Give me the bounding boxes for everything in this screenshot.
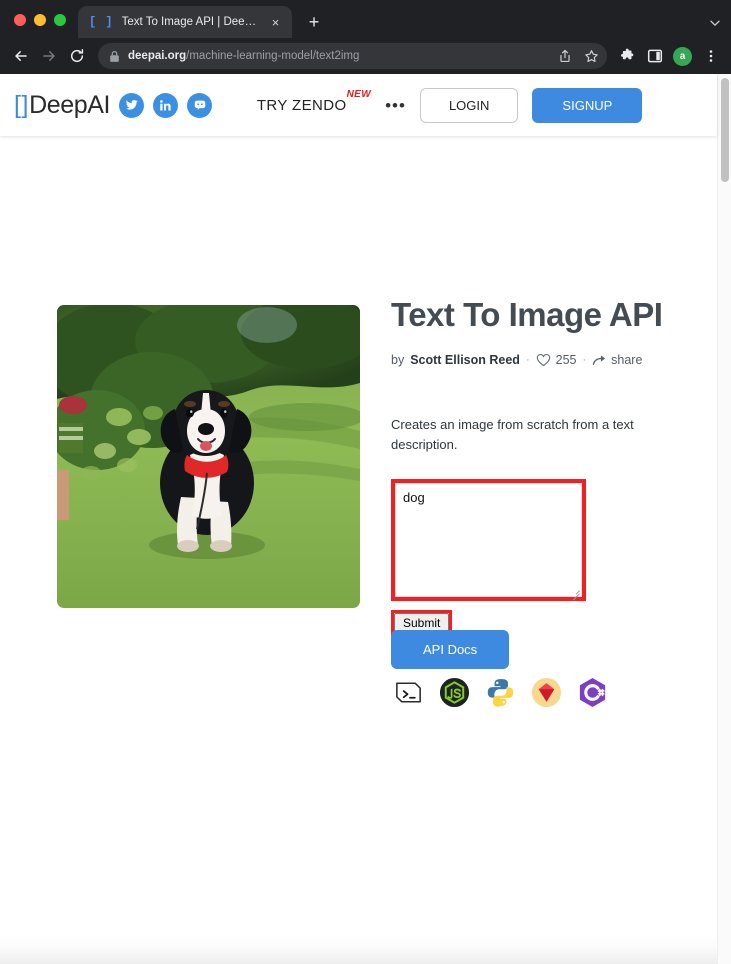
url-text: deepai.org/machine-learning-model/text2i…: [128, 50, 545, 62]
share-label: share: [611, 352, 643, 367]
by-label: by: [391, 352, 405, 367]
browser-tab[interactable]: [ ] Text To Image API | DeepAI ×: [78, 6, 292, 38]
reload-icon[interactable]: [64, 43, 90, 69]
twitter-icon[interactable]: [119, 92, 145, 118]
minimize-window-button[interactable]: [34, 14, 46, 26]
lock-icon: [109, 50, 120, 63]
url-path: /machine-learning-model/text2img: [186, 50, 360, 62]
brand-area: [ ] DeepAI: [14, 91, 213, 120]
model-panel: Text To Image API by Scott Ellison Reed …: [391, 296, 691, 637]
share-button[interactable]: share: [592, 353, 642, 367]
page-scrollbar[interactable]: [717, 74, 731, 964]
three-dot-menu-icon[interactable]: [698, 44, 723, 69]
like-count: 255: [555, 352, 577, 367]
byline: by Scott Ellison Reed · 255 · share: [391, 353, 691, 367]
signup-button[interactable]: SIGNUP: [532, 87, 643, 123]
page-bottom-band: [0, 938, 717, 964]
close-window-button[interactable]: [14, 14, 26, 26]
page-content: [ ] DeepAI TRY ZENDONEW ••• LOGIN SIGNUP…: [0, 74, 717, 964]
logo-bracket-left: [: [14, 90, 21, 119]
logo-text: DeepAI: [29, 90, 111, 119]
site-header: [ ] DeepAI TRY ZENDONEW ••• LOGIN SIGNUP: [0, 74, 717, 136]
byline-separator-1: ·: [525, 353, 530, 366]
share-arrow-icon: [592, 355, 606, 365]
scrollbar-thumb[interactable]: [721, 78, 729, 182]
login-button[interactable]: LOGIN: [419, 87, 519, 123]
csharp-icon[interactable]: [576, 676, 609, 709]
back-icon[interactable]: [8, 43, 34, 69]
omnibox-actions: [553, 44, 603, 68]
zoom-window-button[interactable]: [54, 14, 66, 26]
tab-strip: [ ] Text To Image API | DeepAI × +: [0, 0, 731, 38]
browser-toolbar: deepai.org/machine-learning-model/text2i…: [0, 38, 731, 74]
tab-title: Text To Image API | DeepAI: [121, 16, 259, 28]
demo-image: [57, 305, 360, 608]
side-panel-icon[interactable]: [642, 44, 667, 69]
try-zendo-link[interactable]: TRY ZENDONEW: [256, 89, 371, 114]
browser-window: [ ] Text To Image API | DeepAI × + deepa…: [0, 0, 731, 964]
heart-icon: [536, 353, 550, 367]
more-menu-icon[interactable]: •••: [385, 97, 406, 114]
page-viewport: [ ] DeepAI TRY ZENDONEW ••• LOGIN SIGNUP…: [0, 74, 731, 964]
deepai-favicon-icon: [ ]: [89, 15, 114, 29]
api-docs-button[interactable]: API Docs: [391, 630, 510, 669]
bookmark-star-icon[interactable]: [579, 44, 603, 68]
share-icon[interactable]: [553, 44, 577, 68]
header-actions: TRY ZENDONEW ••• LOGIN SIGNUP: [212, 87, 703, 123]
ruby-icon[interactable]: [530, 676, 563, 709]
new-badge: NEW: [346, 89, 372, 100]
language-icons: [392, 676, 609, 709]
like-button[interactable]: 255: [536, 352, 577, 367]
page-title: Text To Image API: [391, 296, 663, 333]
new-tab-button[interactable]: +: [300, 8, 328, 36]
url-domain: deepai.org: [128, 50, 187, 62]
window-controls: [10, 14, 78, 38]
shell-curl-icon[interactable]: [392, 676, 425, 709]
main-content: Text To Image API by Scott Ellison Reed …: [0, 136, 717, 964]
logo-bracket-right: ]: [21, 90, 29, 119]
tab-search-chevron-icon[interactable]: [709, 17, 721, 32]
discord-icon[interactable]: [187, 92, 213, 118]
byline-separator-2: ·: [582, 353, 587, 366]
forward-icon[interactable]: [36, 43, 62, 69]
deepai-logo[interactable]: [ ] DeepAI: [14, 91, 110, 120]
address-bar[interactable]: deepai.org/machine-learning-model/text2i…: [98, 43, 607, 69]
model-description: Creates an image from scratch from a tex…: [391, 416, 634, 453]
extensions-puzzle-icon[interactable]: [615, 44, 640, 69]
nodejs-icon[interactable]: [438, 676, 471, 709]
try-zendo-label: TRY ZENDO: [256, 97, 347, 114]
close-tab-icon[interactable]: ×: [267, 14, 284, 31]
author-link[interactable]: Scott Ellison Reed: [410, 353, 520, 367]
prompt-textarea[interactable]: [395, 483, 582, 598]
prompt-textarea-highlight: [391, 479, 586, 602]
profile-avatar[interactable]: a: [673, 46, 692, 66]
python-icon[interactable]: [484, 676, 517, 709]
linkedin-icon[interactable]: [153, 92, 179, 118]
